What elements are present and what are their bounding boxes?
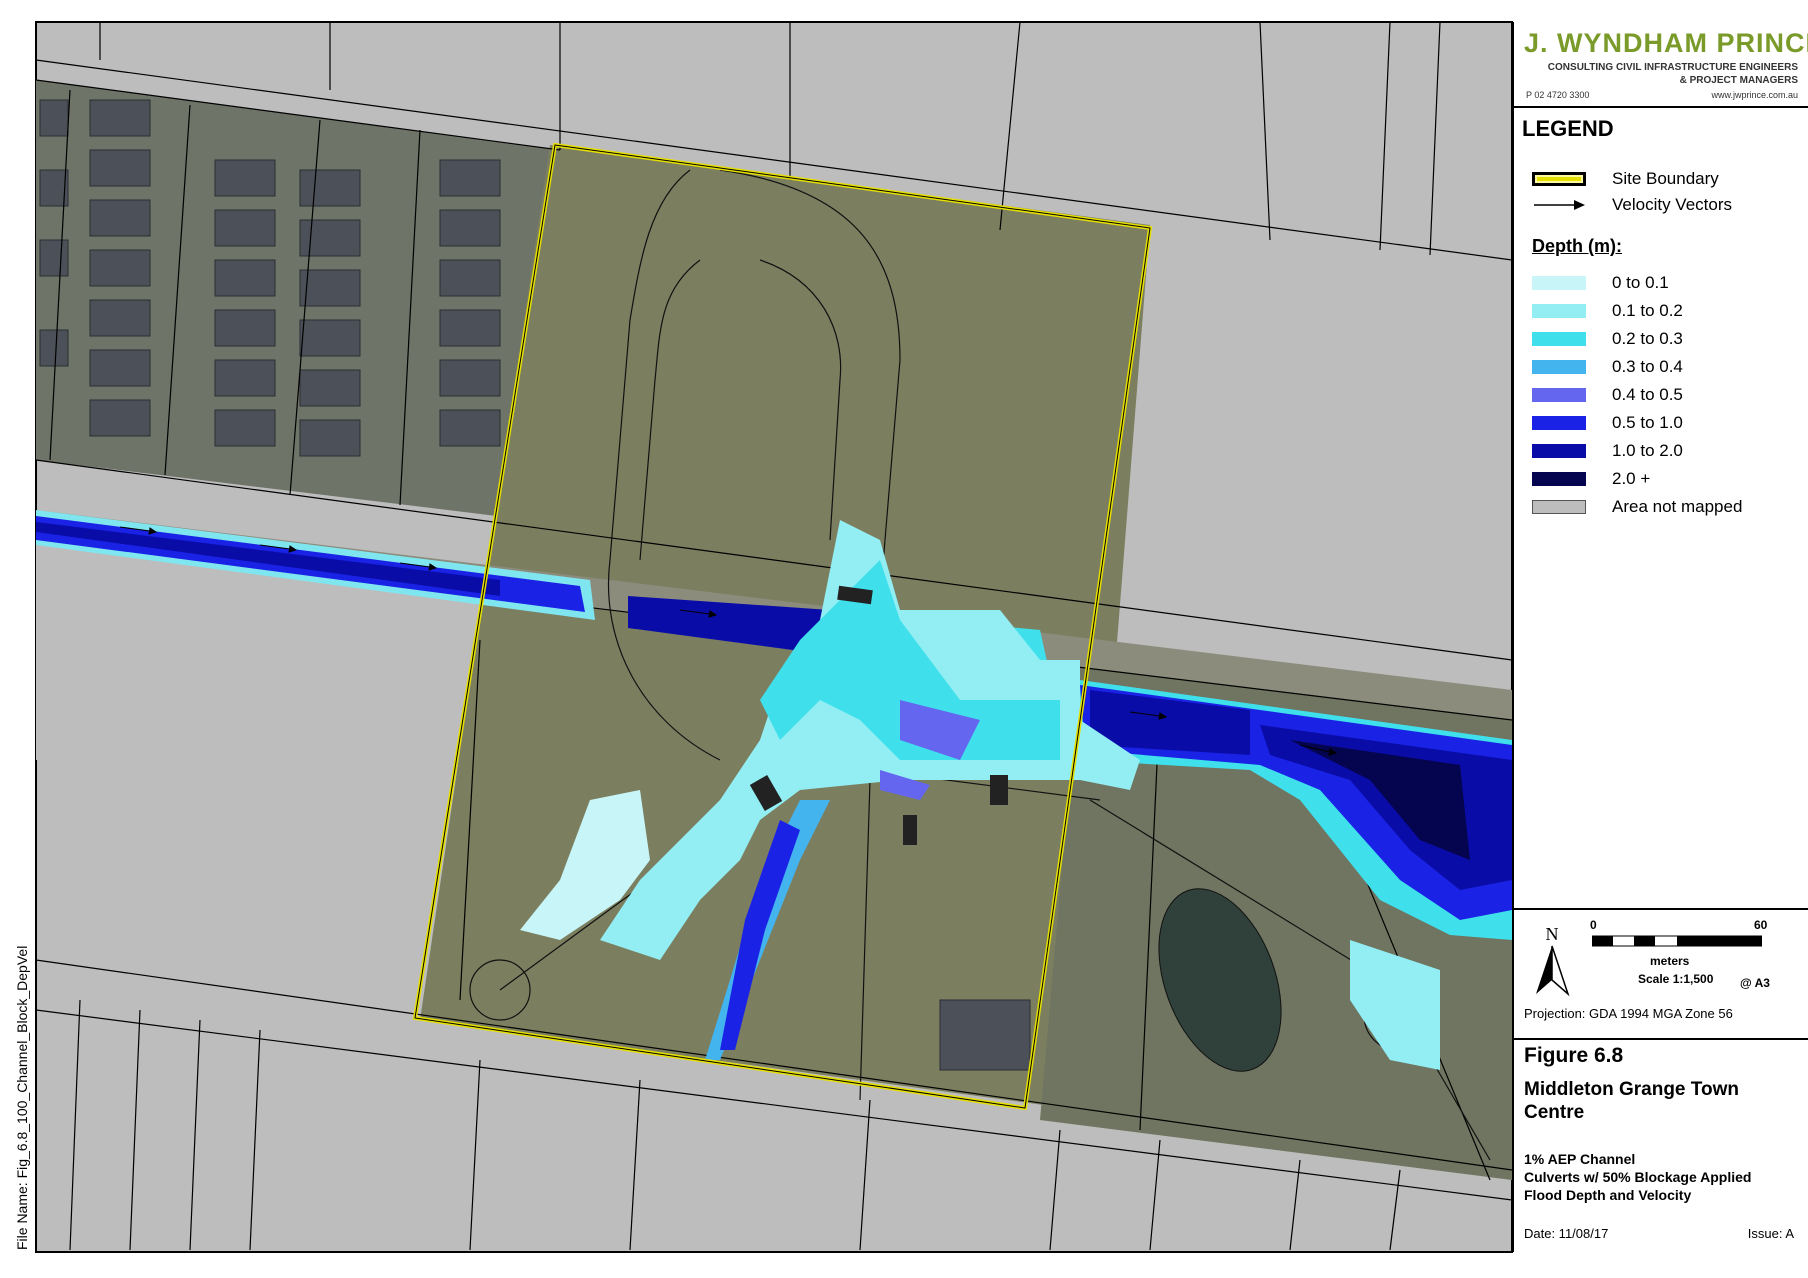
legend-title: LEGEND [1522,116,1614,141]
company-logo-panel: J. WYNDHAM PRINCE CONSULTING CIVIL INFRA… [1512,22,1808,108]
depth-label: 2.0 + [1612,469,1651,488]
scale-ratio: Scale 1:1,500 [1638,972,1714,986]
depth-swatch [1532,416,1586,430]
legend-velocity-vectors-label: Velocity Vectors [1612,195,1733,214]
depth-swatch [1532,444,1586,458]
company-name: J. WYNDHAM PRINCE [1524,28,1808,58]
description-line: Flood Depth and Velocity [1524,1187,1692,1203]
depth-swatch [1532,360,1586,374]
scale-panel: N 0 60 meters Scale 1:1,500 @ A3 Project… [1512,910,1808,1040]
description-line: Culverts w/ 50% Blockage Applied [1524,1169,1752,1185]
company-phone: P 02 4720 3300 [1526,90,1590,100]
legend-depth-row: 0.3 to 0.4 [1532,356,1683,378]
company-website: www.jwprince.com.au [1711,90,1798,100]
scale-end: 60 [1754,918,1768,932]
depth-label: 1.0 to 2.0 [1612,441,1683,460]
legend-depth-row: 0.4 to 0.5 [1532,384,1683,406]
legend-site-boundary: Site Boundary [1532,168,1719,190]
legend-not-mapped-label: Area not mapped [1612,497,1743,516]
scale-bar [1592,935,1762,947]
legend-depth-row: 2.0 + [1532,468,1650,490]
legend-depth-row: 0 to 0.1 [1532,272,1669,294]
figure-number: Figure 6.8 [1524,1044,1624,1067]
depth-swatch [1532,304,1586,318]
legend-velocity-vectors: Velocity Vectors [1532,194,1732,216]
depth-swatch [1532,388,1586,402]
depth-label: 0.1 to 0.2 [1612,301,1683,320]
legend-depth-row: 0.2 to 0.3 [1532,328,1683,350]
depth-swatch [1532,332,1586,346]
scale-units: meters [1650,954,1690,968]
legend-depth-row: 0.5 to 1.0 [1532,412,1683,434]
legend-panel: LEGEND Site Boundary Velocity Vectors De… [1512,108,1808,910]
not-mapped-swatch [1532,500,1586,514]
projection-label: Projection: GDA 1994 MGA Zone 56 [1524,1006,1733,1021]
depth-label: 0.2 to 0.3 [1612,329,1683,348]
depth-swatch [1532,472,1586,486]
legend-depth-row: 0.1 to 0.2 [1532,300,1683,322]
company-tagline-1: CONSULTING CIVIL INFRASTRUCTURE ENGINEER… [1547,62,1798,73]
north-arrow-icon: N [1536,924,1570,997]
paper-size: @ A3 [1740,976,1770,990]
depth-label: 0 to 0.1 [1612,273,1669,292]
scale-start: 0 [1590,918,1597,932]
depth-title: Depth (m): [1532,236,1622,256]
figure-description: 1% AEP Channel Culverts w/ 50% Blockage … [1524,1150,1804,1204]
legend-depth-row: 1.0 to 2.0 [1532,440,1683,462]
issue-date: Date: 11/08/17 [1524,1226,1609,1241]
depth-label: 0.5 to 1.0 [1612,413,1683,432]
description-line: 1% AEP Channel [1524,1151,1636,1167]
title-block: Figure 6.8 Middleton Grange Town Centre … [1512,1040,1808,1252]
depth-swatch [1532,276,1586,290]
issue-number: Issue: A [1747,1226,1794,1241]
depth-label: 0.4 to 0.5 [1612,385,1683,404]
legend-not-mapped: Area not mapped [1532,496,1742,518]
north-letter: N [1546,924,1559,944]
company-tagline-2: & PROJECT MANAGERS [1679,75,1798,86]
depth-label: 0.3 to 0.4 [1612,357,1683,376]
project-name: Middleton Grange Town Centre [1524,1079,1739,1123]
legend-site-boundary-label: Site Boundary [1612,169,1719,188]
arrow-icon [1534,200,1585,210]
site-boundary-swatch [1532,172,1586,186]
file-name-label: File Name: Fig_6.8_100_Channel_Block_Dep… [14,945,30,1250]
